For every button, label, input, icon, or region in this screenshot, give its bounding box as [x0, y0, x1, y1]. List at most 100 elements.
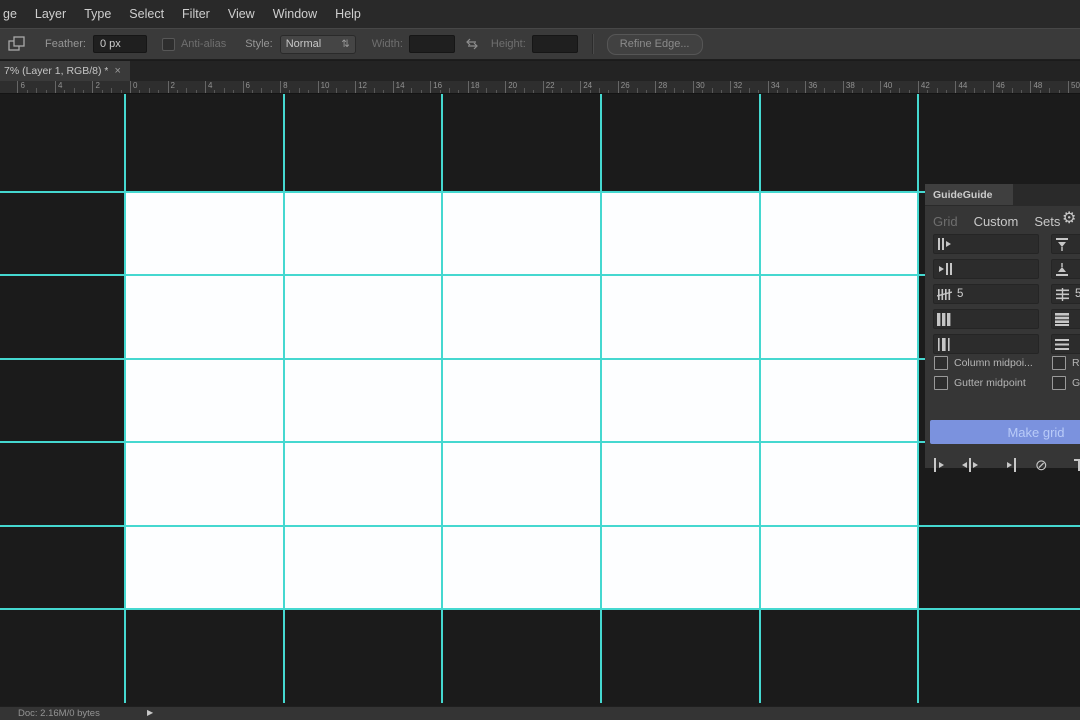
ruler-tick	[440, 90, 441, 93]
ruler-tick	[289, 90, 290, 93]
guide-vertical[interactable]	[124, 94, 126, 703]
width-input[interactable]	[409, 35, 455, 53]
ruler-tick	[355, 81, 356, 93]
clear-guides-icon[interactable]: ⊘	[1035, 457, 1048, 473]
guide-horizontal[interactable]	[0, 608, 1080, 610]
field-value: 5	[1075, 288, 1080, 300]
tool-preset-icon[interactable]	[7, 35, 27, 53]
gutter-width-field[interactable]	[933, 334, 1039, 354]
right-margin-field[interactable]	[933, 259, 1039, 279]
ruler-tick	[477, 90, 478, 93]
ruler-label: 36	[808, 81, 817, 90]
options-divider	[592, 34, 594, 54]
menu-item-help[interactable]: Help	[335, 7, 361, 21]
status-expand-icon[interactable]: ▶	[147, 708, 153, 717]
ruler-tick	[646, 90, 647, 93]
document-tab[interactable]: 7% (Layer 1, RGB/8) * ×	[0, 61, 130, 81]
style-label: Style:	[245, 38, 273, 50]
gear-icon[interactable]: ⚙	[1062, 211, 1076, 227]
guide-horizontal[interactable]	[0, 274, 1080, 276]
anti-alias-checkbox[interactable]	[162, 38, 175, 51]
left-margin-field[interactable]	[933, 234, 1039, 254]
document-canvas[interactable]	[124, 191, 917, 608]
ruler-label: 20	[508, 81, 517, 90]
ruler-tick	[693, 81, 694, 93]
ruler-tick	[421, 90, 422, 93]
guide-vertical[interactable]	[441, 94, 443, 703]
top-margin-icon	[1055, 238, 1069, 251]
guide-vertical[interactable]	[283, 94, 285, 703]
add-right-guide-icon[interactable]	[1001, 457, 1019, 473]
ruler-tick	[74, 88, 75, 93]
ruler-tick	[721, 90, 722, 93]
menu-item-type[interactable]: Type	[84, 7, 111, 21]
checkbox[interactable]	[1052, 356, 1066, 370]
ruler-tick	[1040, 90, 1041, 93]
ruler-label: 4	[58, 81, 62, 90]
field-value: 5	[957, 288, 963, 300]
guide-vertical[interactable]	[759, 94, 761, 703]
checkbox[interactable]	[934, 356, 948, 370]
ruler-tick	[655, 81, 656, 93]
link-dimensions-icon[interactable]	[464, 38, 480, 50]
column-width-field[interactable]	[933, 309, 1039, 329]
ruler-tick	[824, 88, 825, 93]
row-gutter-field[interactable]	[1051, 334, 1080, 354]
ruler-tick	[712, 88, 713, 93]
add-left-guide-icon[interactable]	[932, 457, 950, 473]
column-count-field[interactable]: 5	[933, 284, 1039, 304]
row-count-field[interactable]: 5	[1051, 284, 1080, 304]
menu-item-ge[interactable]: ge	[3, 7, 17, 21]
ruler-tick	[843, 81, 844, 93]
tab-custom[interactable]: Custom	[974, 214, 1019, 229]
right-checkbox-row: R	[1052, 356, 1080, 370]
ruler-tick	[993, 81, 994, 93]
checkbox[interactable]	[934, 376, 948, 390]
menu-item-filter[interactable]: Filter	[182, 7, 210, 21]
ruler-tick	[346, 90, 347, 93]
tab-sets[interactable]: Sets	[1034, 214, 1060, 229]
guide-horizontal[interactable]	[0, 441, 1080, 443]
ruler-tick	[552, 90, 553, 93]
checkbox-label: R	[1072, 357, 1080, 369]
menu-item-select[interactable]: Select	[129, 7, 164, 21]
ruler-tick	[524, 88, 525, 93]
row-gutter-icon	[1055, 338, 1069, 351]
tab-grid[interactable]: Grid	[933, 214, 958, 229]
tab-close-icon[interactable]: ×	[114, 65, 120, 77]
menu-item-view[interactable]: View	[228, 7, 255, 21]
guide-vertical[interactable]	[917, 94, 919, 703]
top-margin-field[interactable]	[1051, 234, 1080, 254]
photoshop-window: geLayerTypeSelectFilterViewWindowHelp Fe…	[0, 0, 1080, 720]
horizontal-ruler[interactable]: 6420246810121416182022242628303234363840…	[0, 81, 1080, 94]
edge-cut-icon[interactable]	[1072, 457, 1080, 473]
right-margin-icon	[937, 263, 953, 275]
guide-horizontal[interactable]	[0, 191, 1080, 193]
row-height-field[interactable]	[1051, 309, 1080, 329]
guide-vertical[interactable]	[600, 94, 602, 703]
menu-bar: ge Layer Type Select Filter View Window Help	[0, 0, 1080, 28]
make-grid-button[interactable]: Make grid	[930, 420, 1080, 444]
ruler-tick	[196, 90, 197, 93]
ruler-tick	[168, 81, 169, 93]
guide-horizontal[interactable]	[0, 525, 1080, 527]
panel-title-tab[interactable]: GuideGuide	[925, 184, 1013, 205]
height-input[interactable]	[532, 35, 578, 53]
guide-horizontal[interactable]	[0, 358, 1080, 360]
add-center-guide-icon[interactable]	[959, 457, 981, 473]
feather-input[interactable]: 0 px	[93, 35, 147, 53]
bottom-margin-field[interactable]	[1051, 259, 1080, 279]
style-select[interactable]: Normal ⇅	[280, 35, 356, 54]
ruler-label: 50	[1071, 81, 1080, 90]
ruler-label: 4	[208, 81, 212, 90]
ruler-tick	[430, 81, 431, 93]
menu-item-window[interactable]: Window	[273, 7, 317, 21]
menu-item-layer[interactable]: Layer	[35, 7, 66, 21]
refine-edge-button[interactable]: Refine Edge...	[607, 34, 703, 55]
ruler-label: 8	[283, 81, 287, 90]
ruler-label: 30	[696, 81, 705, 90]
ruler-tick	[984, 90, 985, 93]
ruler-label: 22	[546, 81, 555, 90]
checkbox[interactable]	[1052, 376, 1066, 390]
ruler-label: 10	[321, 81, 330, 90]
